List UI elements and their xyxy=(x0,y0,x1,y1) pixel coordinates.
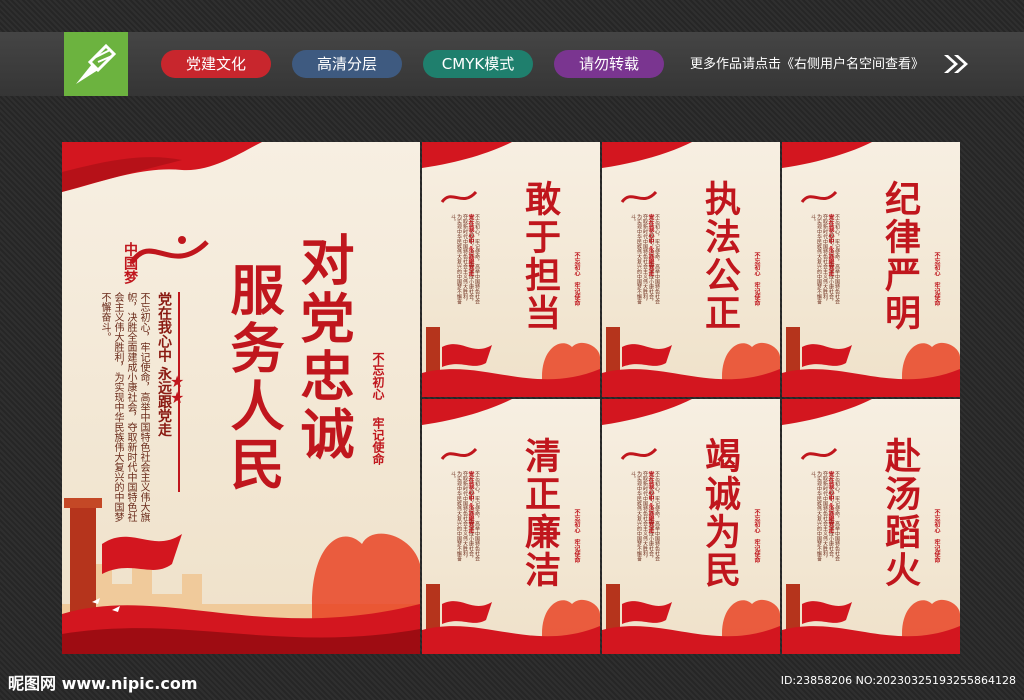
poster-6: 赴汤蹈火 不忘初心，牢记使命，高举中国特色社会主义伟大旗帜，决胜全面建成小康社会… xyxy=(782,399,960,654)
double-chevron-right-icon[interactable] xyxy=(942,52,970,76)
seal-2: 牢记使命 xyxy=(371,417,385,465)
seal-1: 不忘初心 xyxy=(371,352,385,400)
poster-sub-heading: 党在我心中 永远跟党走 xyxy=(467,214,474,277)
poster-sub-heading: 党在我心中 永远跟党走 xyxy=(827,214,834,277)
poster-1: 敢于担当 不忘初心，牢记使命，高举中国特色社会主义伟大旗帜，决胜全面建成小康社会… xyxy=(422,142,600,397)
promo-text[interactable]: 更多作品请点击《右侧用户名空间查看》 xyxy=(690,53,924,72)
poster-5: 竭诚为民 不忘初心，牢记使命，高举中国特色社会主义伟大旗帜，决胜全面建成小康社会… xyxy=(602,399,780,654)
china-dream-logo-icon xyxy=(800,190,838,204)
poster-title: 敢于担当 xyxy=(519,180,561,332)
bottom-decoration-icon xyxy=(602,584,780,654)
poster-seal-1: 不忘初心 xyxy=(573,509,580,533)
poster-seal-2: 牢记使命 xyxy=(573,282,580,306)
main-poster: 中国梦 党在我心中 永远跟党走 不忘初心，牢记使命，高举中国特色社会主义伟大旗帜… xyxy=(62,142,420,654)
bottom-decoration-icon xyxy=(422,584,600,654)
poster-body: 不忘初心，牢记使命，高举中国特色社会主义伟大旗帜，决胜全面建成小康社会，夺取新时… xyxy=(630,214,660,304)
poster-4: 清正廉洁 不忘初心，牢记使命，高举中国特色社会主义伟大旗帜，决胜全面建成小康社会… xyxy=(422,399,600,654)
poster-title: 竭诚为民 xyxy=(699,437,741,589)
poster-title: 清正廉洁 xyxy=(519,437,561,589)
poster-seal-1: 不忘初心 xyxy=(933,252,940,276)
bottom-decoration-icon xyxy=(62,498,420,654)
china-dream-logo-icon xyxy=(440,447,478,461)
main-title-col1: 对党忠诚 xyxy=(291,232,355,464)
poster-seal-1: 不忘初心 xyxy=(753,509,760,533)
pen-logo-icon xyxy=(76,43,117,84)
poster-sub-heading: 党在我心中 永远跟党走 xyxy=(647,214,654,277)
tag-cmyk[interactable]: CMYK模式 xyxy=(423,50,533,78)
tag-party-culture[interactable]: 党建文化 xyxy=(161,50,271,78)
red-flag-icon xyxy=(782,399,872,425)
poster-body: 不忘初心，牢记使命，高举中国特色社会主义伟大旗帜，决胜全面建成小康社会，夺取新时… xyxy=(810,214,840,304)
china-dream-logo-icon xyxy=(800,447,838,461)
site-watermark[interactable]: 昵图网 www.nipic.com xyxy=(8,670,198,694)
poster-sub-heading: 党在我心中 永远跟党走 xyxy=(467,471,474,534)
bottom-decoration-icon xyxy=(602,327,780,397)
red-flag-icon xyxy=(602,142,692,168)
red-flag-icon xyxy=(62,142,262,192)
star-icon: ★ ★ xyxy=(170,372,185,407)
poster-3: 纪律严明 不忘初心，牢记使命，高举中国特色社会主义伟大旗帜，决胜全面建成小康社会… xyxy=(782,142,960,397)
poster-seal-1: 不忘初心 xyxy=(933,509,940,533)
poster-body: 不忘初心，牢记使命，高举中国特色社会主义伟大旗帜，决胜全面建成小康社会，夺取新时… xyxy=(630,471,660,561)
china-dream-logo-icon xyxy=(440,190,478,204)
poster-body: 不忘初心，牢记使命，高举中国特色社会主义伟大旗帜，决胜全面建成小康社会，夺取新时… xyxy=(450,214,480,304)
poster-seal-1: 不忘初心 xyxy=(753,252,760,276)
bottom-decoration-icon xyxy=(782,327,960,397)
red-flag-icon xyxy=(602,399,692,425)
tag-hd-layers[interactable]: 高清分层 xyxy=(292,50,402,78)
poster-seal-2: 牢记使命 xyxy=(933,539,940,563)
poster-sub-heading: 党在我心中 永远跟党走 xyxy=(647,471,654,534)
bottom-decoration-icon xyxy=(422,327,600,397)
logo-text: 中国梦 xyxy=(122,242,138,284)
china-dream-logo-icon xyxy=(620,190,658,204)
red-flag-icon xyxy=(422,399,512,425)
image-id: ID:23858206 NO:20230325193255864128 xyxy=(780,674,1016,687)
site-logo[interactable] xyxy=(64,32,128,96)
poster-seal-2: 牢记使命 xyxy=(753,539,760,563)
poster-body: 不忘初心，牢记使命，高举中国特色社会主义伟大旗帜，决胜全面建成小康社会，夺取新时… xyxy=(450,471,480,561)
red-flag-icon xyxy=(782,142,872,168)
china-dream-logo-icon xyxy=(620,447,658,461)
poster-seal-2: 牢记使命 xyxy=(753,282,760,306)
sub-heading: 党在我心中 永远跟党走 xyxy=(156,292,172,437)
red-flag-icon xyxy=(422,142,512,168)
poster-title: 赴汤蹈火 xyxy=(879,437,921,589)
poster-title: 纪律严明 xyxy=(879,180,921,332)
bottom-decoration-icon xyxy=(782,584,960,654)
poster-seal-2: 牢记使命 xyxy=(933,282,940,306)
main-title-col2: 服务人民 xyxy=(221,262,285,494)
poster-body: 不忘初心，牢记使命，高举中国特色社会主义伟大旗帜，决胜全面建成小康社会，夺取新时… xyxy=(810,471,840,561)
poster-seal-2: 牢记使命 xyxy=(573,539,580,563)
tag-no-repost[interactable]: 请勿转载 xyxy=(554,50,664,78)
poster-sub-heading: 党在我心中 永远跟党走 xyxy=(827,471,834,534)
poster-2: 执法公正 不忘初心，牢记使命，高举中国特色社会主义伟大旗帜，决胜全面建成小康社会… xyxy=(602,142,780,397)
poster-seal-1: 不忘初心 xyxy=(573,252,580,276)
poster-title: 执法公正 xyxy=(699,180,741,332)
